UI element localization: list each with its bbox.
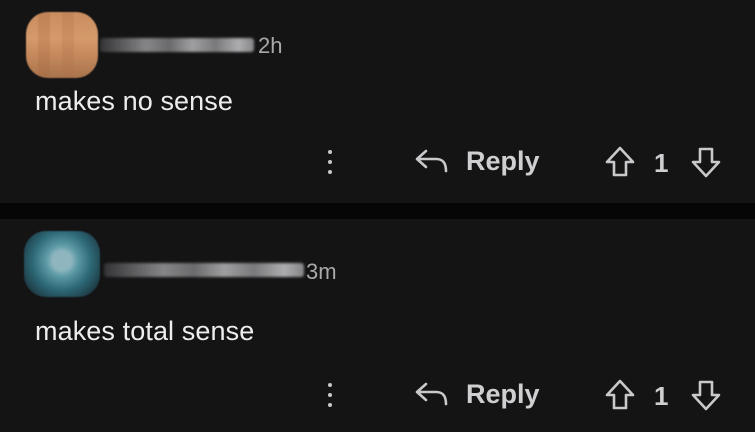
comment-actions: Reply 1 bbox=[0, 373, 755, 417]
downvote-button[interactable] bbox=[688, 377, 724, 413]
comment-card: 3m makes total sense Reply 1 bbox=[0, 219, 755, 432]
blurred-username[interactable] bbox=[104, 263, 304, 277]
reply-label: Reply bbox=[466, 379, 540, 409]
vote-count: 1 bbox=[654, 381, 669, 411]
comment-divider bbox=[0, 203, 755, 219]
upvote-button[interactable] bbox=[602, 144, 638, 180]
comment-timestamp: 2h bbox=[258, 33, 283, 58]
upvote-arrow-icon bbox=[605, 379, 635, 410]
vote-count: 1 bbox=[654, 148, 669, 178]
upvote-arrow-icon bbox=[605, 146, 635, 177]
more-options-button[interactable] bbox=[320, 379, 340, 411]
reply-label: Reply bbox=[466, 146, 540, 176]
reply-button[interactable]: Reply bbox=[410, 373, 550, 417]
dot bbox=[328, 393, 332, 397]
dot bbox=[328, 403, 332, 407]
downvote-arrow-icon bbox=[691, 380, 721, 411]
upvote-button[interactable] bbox=[602, 377, 638, 413]
blurred-username[interactable] bbox=[100, 38, 254, 52]
dot bbox=[328, 170, 332, 174]
comment-text: makes total sense bbox=[35, 316, 255, 346]
comment-actions: Reply 1 bbox=[0, 140, 755, 184]
user-avatar[interactable] bbox=[26, 12, 98, 78]
dot bbox=[328, 160, 332, 164]
dot bbox=[328, 150, 332, 154]
reply-button[interactable]: Reply bbox=[410, 140, 550, 184]
comment-timestamp: 3m bbox=[306, 259, 337, 284]
comment-text: makes no sense bbox=[35, 86, 234, 116]
reply-arrow-icon bbox=[415, 149, 448, 173]
downvote-button[interactable] bbox=[688, 144, 724, 180]
user-avatar[interactable] bbox=[24, 231, 100, 297]
comment-card: 2h makes no sense Reply 1 bbox=[0, 0, 755, 203]
more-options-button[interactable] bbox=[320, 146, 340, 178]
downvote-arrow-icon bbox=[691, 147, 721, 178]
dot bbox=[328, 383, 332, 387]
reply-arrow-icon bbox=[415, 382, 448, 406]
